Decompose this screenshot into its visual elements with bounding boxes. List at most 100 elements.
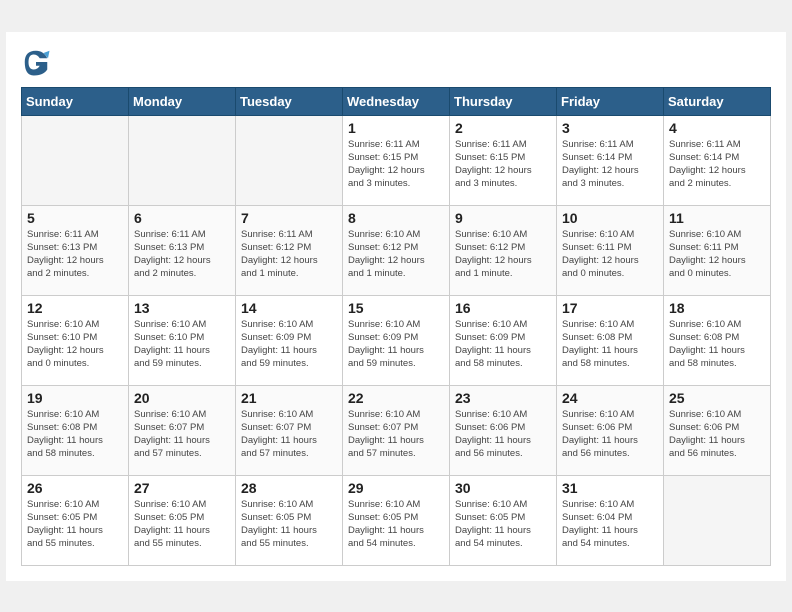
day-number: 11 bbox=[669, 210, 765, 226]
day-info: Sunrise: 6:10 AM Sunset: 6:08 PM Dayligh… bbox=[562, 318, 658, 371]
day-info: Sunrise: 6:10 AM Sunset: 6:06 PM Dayligh… bbox=[669, 408, 765, 461]
day-info: Sunrise: 6:11 AM Sunset: 6:13 PM Dayligh… bbox=[27, 228, 123, 281]
calendar-cell: 4 Sunrise: 6:11 AM Sunset: 6:14 PM Daylig… bbox=[664, 115, 771, 205]
calendar-week-1: 1 Sunrise: 6:11 AM Sunset: 6:15 PM Daylig… bbox=[22, 115, 771, 205]
calendar-cell: 21 Sunrise: 6:10 AM Sunset: 6:07 PM Dayli… bbox=[236, 385, 343, 475]
calendar-cell: 9 Sunrise: 6:10 AM Sunset: 6:12 PM Daylig… bbox=[450, 205, 557, 295]
calendar-cell: 11 Sunrise: 6:10 AM Sunset: 6:11 PM Dayli… bbox=[664, 205, 771, 295]
calendar-cell: 1 Sunrise: 6:11 AM Sunset: 6:15 PM Daylig… bbox=[343, 115, 450, 205]
calendar-cell: 3 Sunrise: 6:11 AM Sunset: 6:14 PM Daylig… bbox=[557, 115, 664, 205]
calendar-cell bbox=[129, 115, 236, 205]
day-info: Sunrise: 6:11 AM Sunset: 6:15 PM Dayligh… bbox=[348, 138, 444, 191]
day-number: 3 bbox=[562, 120, 658, 136]
day-number: 15 bbox=[348, 300, 444, 316]
day-number: 2 bbox=[455, 120, 551, 136]
day-info: Sunrise: 6:10 AM Sunset: 6:12 PM Dayligh… bbox=[455, 228, 551, 281]
day-info: Sunrise: 6:10 AM Sunset: 6:05 PM Dayligh… bbox=[455, 498, 551, 551]
calendar-cell: 20 Sunrise: 6:10 AM Sunset: 6:07 PM Dayli… bbox=[129, 385, 236, 475]
calendar-cell: 14Sunrise: 6:10 AM Sunset: 6:09 PM Dayli… bbox=[236, 295, 343, 385]
day-header-monday: Monday bbox=[129, 87, 236, 115]
day-number: 10 bbox=[562, 210, 658, 226]
calendar-cell: 2Sunrise: 6:11 AM Sunset: 6:15 PM Daylig… bbox=[450, 115, 557, 205]
day-info: Sunrise: 6:10 AM Sunset: 6:06 PM Dayligh… bbox=[455, 408, 551, 461]
day-info: Sunrise: 6:10 AM Sunset: 6:10 PM Dayligh… bbox=[27, 318, 123, 371]
day-number: 6 bbox=[134, 210, 230, 226]
day-header-wednesday: Wednesday bbox=[343, 87, 450, 115]
day-header-sunday: Sunday bbox=[22, 87, 129, 115]
day-number: 16 bbox=[455, 300, 551, 316]
day-info: Sunrise: 6:10 AM Sunset: 6:08 PM Dayligh… bbox=[27, 408, 123, 461]
day-number: 18 bbox=[669, 300, 765, 316]
calendar-cell: 17Sunrise: 6:10 AM Sunset: 6:08 PM Dayli… bbox=[557, 295, 664, 385]
calendar-cell: 28Sunrise: 6:10 AM Sunset: 6:05 PM Dayli… bbox=[236, 475, 343, 565]
header bbox=[21, 47, 771, 77]
calendar-cell: 26Sunrise: 6:10 AM Sunset: 6:05 PM Dayli… bbox=[22, 475, 129, 565]
calendar-container: SundayMondayTuesdayWednesdayThursdayFrid… bbox=[6, 32, 786, 581]
calendar-cell: 16Sunrise: 6:10 AM Sunset: 6:09 PM Dayli… bbox=[450, 295, 557, 385]
day-number: 24 bbox=[562, 390, 658, 406]
calendar-cell: 29Sunrise: 6:10 AM Sunset: 6:05 PM Dayli… bbox=[343, 475, 450, 565]
calendar-cell: 7 Sunrise: 6:11 AM Sunset: 6:12 PM Daylig… bbox=[236, 205, 343, 295]
day-info: Sunrise: 6:10 AM Sunset: 6:07 PM Dayligh… bbox=[348, 408, 444, 461]
day-number: 27 bbox=[134, 480, 230, 496]
days-of-week-row: SundayMondayTuesdayWednesdayThursdayFrid… bbox=[22, 87, 771, 115]
calendar-week-4: 19 Sunrise: 6:10 AM Sunset: 6:08 PM Dayli… bbox=[22, 385, 771, 475]
day-number: 19 bbox=[27, 390, 123, 406]
day-number: 8 bbox=[348, 210, 444, 226]
day-info: Sunrise: 6:10 AM Sunset: 6:11 PM Dayligh… bbox=[669, 228, 765, 281]
day-info: Sunrise: 6:10 AM Sunset: 6:04 PM Dayligh… bbox=[562, 498, 658, 551]
day-info: Sunrise: 6:10 AM Sunset: 6:11 PM Dayligh… bbox=[562, 228, 658, 281]
calendar-cell: 22 Sunrise: 6:10 AM Sunset: 6:07 PM Dayli… bbox=[343, 385, 450, 475]
calendar-cell: 18 Sunrise: 6:10 AM Sunset: 6:08 PM Dayli… bbox=[664, 295, 771, 385]
day-number: 28 bbox=[241, 480, 337, 496]
day-header-tuesday: Tuesday bbox=[236, 87, 343, 115]
day-info: Sunrise: 6:10 AM Sunset: 6:06 PM Dayligh… bbox=[562, 408, 658, 461]
day-info: Sunrise: 6:11 AM Sunset: 6:12 PM Dayligh… bbox=[241, 228, 337, 281]
calendar-body: 1 Sunrise: 6:11 AM Sunset: 6:15 PM Daylig… bbox=[22, 115, 771, 565]
calendar-cell: 30 Sunrise: 6:10 AM Sunset: 6:05 PM Dayli… bbox=[450, 475, 557, 565]
day-header-friday: Friday bbox=[557, 87, 664, 115]
calendar-cell bbox=[22, 115, 129, 205]
day-number: 9 bbox=[455, 210, 551, 226]
day-info: Sunrise: 6:11 AM Sunset: 6:14 PM Dayligh… bbox=[562, 138, 658, 191]
calendar-cell: 19 Sunrise: 6:10 AM Sunset: 6:08 PM Dayli… bbox=[22, 385, 129, 475]
calendar-cell: 5 Sunrise: 6:11 AM Sunset: 6:13 PM Daylig… bbox=[22, 205, 129, 295]
calendar-week-2: 5 Sunrise: 6:11 AM Sunset: 6:13 PM Daylig… bbox=[22, 205, 771, 295]
day-info: Sunrise: 6:10 AM Sunset: 6:05 PM Dayligh… bbox=[134, 498, 230, 551]
calendar-cell: 23 Sunrise: 6:10 AM Sunset: 6:06 PM Dayli… bbox=[450, 385, 557, 475]
day-number: 14 bbox=[241, 300, 337, 316]
calendar-cell: 6 Sunrise: 6:11 AM Sunset: 6:13 PM Daylig… bbox=[129, 205, 236, 295]
day-number: 21 bbox=[241, 390, 337, 406]
day-info: Sunrise: 6:11 AM Sunset: 6:13 PM Dayligh… bbox=[134, 228, 230, 281]
day-header-thursday: Thursday bbox=[450, 87, 557, 115]
day-info: Sunrise: 6:10 AM Sunset: 6:08 PM Dayligh… bbox=[669, 318, 765, 371]
calendar-cell: 31 Sunrise: 6:10 AM Sunset: 6:04 PM Dayli… bbox=[557, 475, 664, 565]
day-number: 23 bbox=[455, 390, 551, 406]
day-number: 25 bbox=[669, 390, 765, 406]
day-info: Sunrise: 6:10 AM Sunset: 6:07 PM Dayligh… bbox=[241, 408, 337, 461]
day-number: 4 bbox=[669, 120, 765, 136]
logo-icon bbox=[21, 47, 51, 77]
day-number: 20 bbox=[134, 390, 230, 406]
day-number: 30 bbox=[455, 480, 551, 496]
calendar-header: SundayMondayTuesdayWednesdayThursdayFrid… bbox=[22, 87, 771, 115]
day-number: 12 bbox=[27, 300, 123, 316]
logo bbox=[21, 47, 54, 77]
calendar-cell bbox=[664, 475, 771, 565]
day-info: Sunrise: 6:11 AM Sunset: 6:14 PM Dayligh… bbox=[669, 138, 765, 191]
day-info: Sunrise: 6:10 AM Sunset: 6:07 PM Dayligh… bbox=[134, 408, 230, 461]
calendar-cell: 10 Sunrise: 6:10 AM Sunset: 6:11 PM Dayli… bbox=[557, 205, 664, 295]
day-number: 7 bbox=[241, 210, 337, 226]
day-number: 31 bbox=[562, 480, 658, 496]
calendar-cell: 25 Sunrise: 6:10 AM Sunset: 6:06 PM Dayli… bbox=[664, 385, 771, 475]
day-number: 22 bbox=[348, 390, 444, 406]
day-number: 1 bbox=[348, 120, 444, 136]
calendar-week-3: 12 Sunrise: 6:10 AM Sunset: 6:10 PM Dayli… bbox=[22, 295, 771, 385]
day-info: Sunrise: 6:10 AM Sunset: 6:05 PM Dayligh… bbox=[27, 498, 123, 551]
calendar-table: SundayMondayTuesdayWednesdayThursdayFrid… bbox=[21, 87, 771, 566]
day-number: 5 bbox=[27, 210, 123, 226]
calendar-cell bbox=[236, 115, 343, 205]
calendar-cell: 15 Sunrise: 6:10 AM Sunset: 6:09 PM Dayli… bbox=[343, 295, 450, 385]
day-info: Sunrise: 6:10 AM Sunset: 6:09 PM Dayligh… bbox=[348, 318, 444, 371]
day-info: Sunrise: 6:10 AM Sunset: 6:05 PM Dayligh… bbox=[348, 498, 444, 551]
